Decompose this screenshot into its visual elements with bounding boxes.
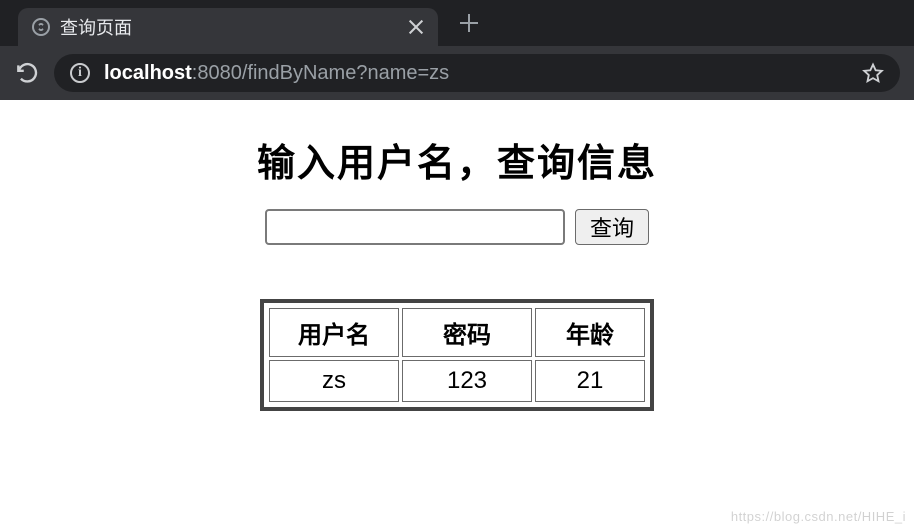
result-table-wrap: 用户名 密码 年龄 zs 123 21 (0, 299, 914, 411)
col-age: 年龄 (535, 308, 645, 357)
result-table-border: 用户名 密码 年龄 zs 123 21 (260, 299, 654, 411)
cell-age: 21 (535, 360, 645, 402)
cell-password: 123 (402, 360, 532, 402)
page-content: 输入用户名，查询信息 查询 用户名 密码 年龄 zs 123 21 (0, 100, 914, 411)
new-tab-button[interactable] (452, 6, 486, 40)
col-username: 用户名 (269, 308, 399, 357)
globe-icon (32, 18, 50, 36)
watermark-text: https://blog.csdn.net/HIHE_i (731, 509, 906, 524)
reload-button[interactable] (14, 60, 40, 86)
browser-tabbar: 查询页面 (0, 0, 914, 46)
search-button[interactable]: 查询 (575, 209, 649, 245)
tab-title: 查询页面 (60, 14, 392, 40)
table-row: zs 123 21 (269, 360, 645, 402)
col-password: 密码 (402, 308, 532, 357)
result-table: 用户名 密码 年龄 zs 123 21 (266, 305, 648, 405)
reload-icon (14, 60, 40, 86)
cell-username: zs (269, 360, 399, 402)
page-heading: 输入用户名，查询信息 (0, 132, 914, 187)
browser-toolbar: i localhost:8080/findByName?name=zs (0, 46, 914, 100)
url-path: :8080/findByName?name=zs (192, 62, 449, 84)
table-header-row: 用户名 密码 年龄 (269, 308, 645, 357)
browser-tab-active[interactable]: 查询页面 (18, 8, 438, 46)
address-bar[interactable]: i localhost:8080/findByName?name=zs (54, 54, 900, 92)
url-text: localhost:8080/findByName?name=zs (104, 62, 848, 85)
search-form: 查询 (0, 209, 914, 245)
bookmark-button[interactable] (862, 62, 884, 84)
close-icon[interactable] (408, 19, 424, 35)
username-input[interactable] (265, 209, 565, 245)
info-icon[interactable]: i (70, 63, 90, 83)
star-icon (862, 62, 884, 84)
url-host: localhost (104, 62, 192, 84)
